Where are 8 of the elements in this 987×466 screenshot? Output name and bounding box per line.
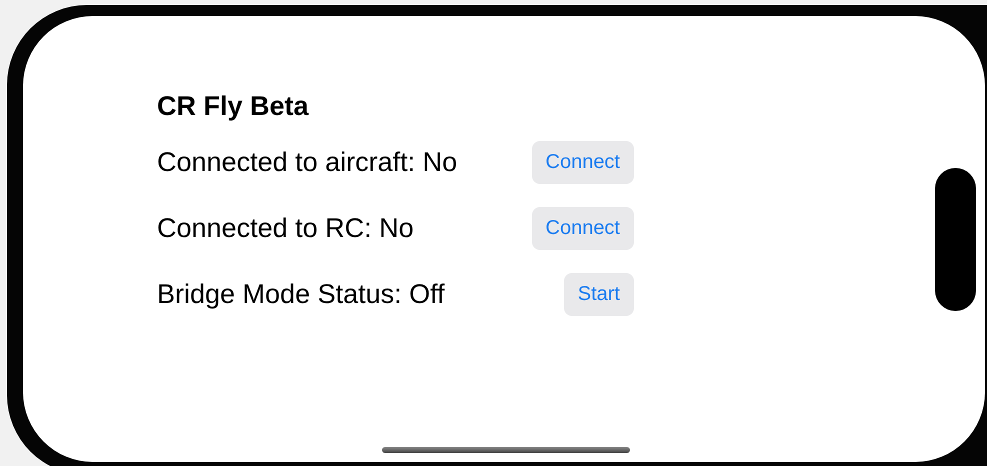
status-label: Connected to aircraft: No [157, 147, 458, 178]
status-label: Bridge Mode Status: Off [157, 279, 445, 310]
status-label: Connected to RC: No [157, 213, 414, 244]
app-title: CR Fly Beta [157, 90, 310, 123]
action-button[interactable]: Start [564, 273, 634, 316]
action-button[interactable]: Connect [532, 207, 634, 250]
home-indicator[interactable] [382, 447, 630, 453]
action-button[interactable]: Connect [532, 141, 634, 184]
